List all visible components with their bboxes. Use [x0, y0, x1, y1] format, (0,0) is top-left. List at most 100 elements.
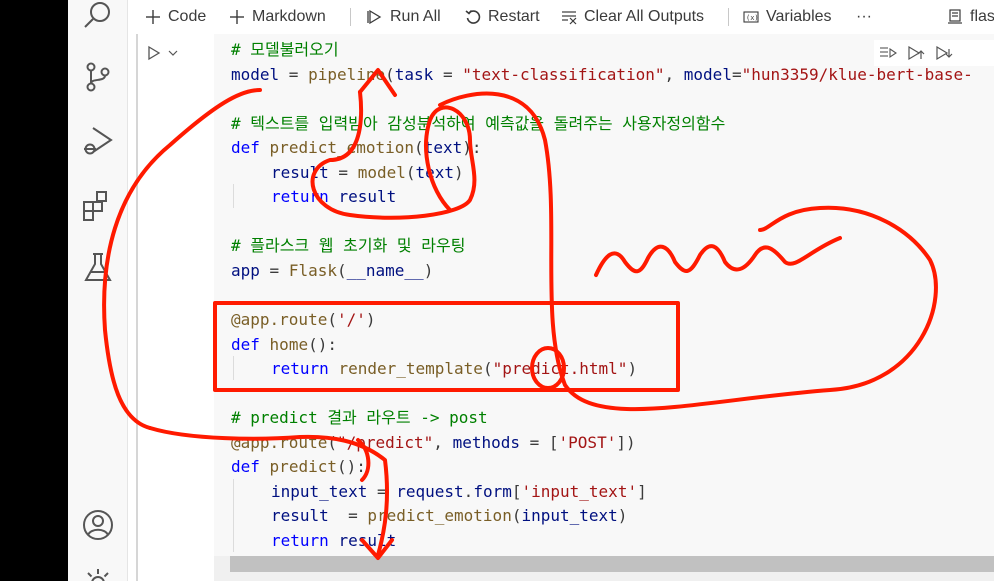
code-line[interactable]: return result: [271, 185, 396, 209]
code-token: ): [365, 310, 376, 330]
code-token: input_text: [271, 481, 368, 501]
code-token: # 모델불러오기: [231, 40, 339, 59]
horizontal-scrollbar[interactable]: [230, 556, 994, 572]
code-token: =: [259, 260, 289, 280]
variables-button[interactable]: (x) Variables: [742, 0, 832, 34]
code-token: model: [683, 64, 732, 84]
chevron-down-icon[interactable]: [167, 47, 179, 59]
variables-label: Variables: [766, 8, 832, 25]
code-token: =: [367, 481, 397, 501]
code-token: def: [231, 138, 260, 158]
code-token: (: [405, 162, 416, 182]
kernel-picker[interactable]: flas: [946, 0, 994, 34]
code-line[interactable]: def predict_emotion(text):: [231, 136, 481, 160]
code-line[interactable]: return result: [271, 529, 396, 553]
code-token: result: [338, 187, 397, 207]
code-line[interactable]: @app.route("/predict", methods = ['POST'…: [231, 431, 636, 455]
more-actions-button[interactable]: ···: [856, 0, 872, 34]
execute-above-icon[interactable]: [874, 45, 902, 61]
code-token: def: [231, 334, 260, 354]
code-token: "/predict": [336, 432, 434, 452]
code-token: @app.route: [231, 310, 328, 330]
code-token: .: [463, 481, 474, 501]
plus-icon: [228, 8, 246, 26]
code-line[interactable]: model = pipeline(task = "text-classifica…: [231, 63, 973, 87]
testing-icon[interactable]: [81, 250, 115, 284]
code-token: # 텍스트를 입력받아 감성분석하여 예측값을 돌려주는 사용자정의함수: [231, 113, 726, 133]
code-token: ():: [336, 457, 366, 477]
code-line[interactable]: # 텍스트를 입력받아 감성분석하여 예측값을 돌려주는 사용자정의함수: [231, 112, 725, 136]
add-markdown-label: Markdown: [252, 8, 326, 25]
account-icon[interactable]: [81, 508, 115, 542]
run-all-label: Run All: [390, 8, 441, 25]
code-token: result: [338, 531, 397, 550]
settings-icon[interactable]: [81, 566, 115, 581]
run-cell-button[interactable]: [147, 42, 179, 64]
clear-all-outputs-label: Clear All Outputs: [584, 8, 705, 25]
activity-bar: [68, 0, 128, 581]
code-token: @app.route: [231, 432, 328, 452]
code-token: 'input_text': [521, 481, 638, 501]
code-line[interactable]: return render_template("predict.html"): [271, 357, 637, 381]
source-control-icon[interactable]: [81, 60, 115, 94]
clear-all-outputs-button[interactable]: Clear All Outputs: [560, 0, 704, 34]
code-token: model: [357, 162, 406, 182]
code-token: (: [327, 432, 337, 452]
extensions-icon[interactable]: [81, 188, 115, 222]
indent-guide: [233, 184, 234, 208]
plus-icon: [144, 8, 162, 26]
code-token: predict_emotion: [269, 138, 415, 158]
code-token: ): [423, 260, 434, 280]
code-token: input_text: [521, 506, 618, 526]
execute-below-cells-icon[interactable]: [930, 45, 958, 61]
code-token: ):: [462, 138, 482, 158]
code-token: pipeline: [308, 64, 386, 84]
code-line[interactable]: input_text = request.form['input_text']: [271, 480, 647, 504]
code-token: __name__: [346, 260, 424, 280]
restart-button[interactable]: Restart: [464, 0, 540, 34]
code-token: ,: [664, 64, 684, 84]
code-token: ): [617, 506, 628, 526]
add-code-button[interactable]: Code: [144, 0, 206, 34]
search-icon[interactable]: [81, 0, 115, 34]
code-line[interactable]: # predict 결과 라우트 -> post: [231, 406, 488, 430]
restart-label: Restart: [488, 8, 540, 25]
code-token: render_template: [338, 359, 483, 379]
run-icon: [148, 45, 161, 61]
code-token: predict_emotion: [367, 506, 512, 526]
code-token: text: [423, 138, 463, 158]
more-actions-label: ···: [856, 8, 872, 25]
code-token: =: [328, 162, 358, 182]
code-line[interactable]: app = Flask(__name__): [231, 259, 433, 283]
code-token: return: [271, 359, 329, 379]
code-line[interactable]: def home():: [231, 333, 337, 357]
run-debug-icon[interactable]: [81, 124, 115, 158]
notebook-window: Code Markdown Run All Restart Clear All …: [0, 0, 994, 581]
svg-text:(x): (x): [746, 14, 759, 22]
toolbar-divider: [728, 8, 729, 26]
code-token: =: [328, 506, 368, 526]
execute-above-cells-icon[interactable]: [902, 45, 930, 61]
code-line[interactable]: result = model(text): [271, 161, 464, 185]
code-token: =: [731, 64, 742, 84]
code-token: ]: [637, 481, 647, 501]
code-token: ():: [308, 334, 337, 354]
run-all-button[interactable]: Run All: [366, 0, 441, 34]
code-line[interactable]: # 플라스크 웹 초기화 및 라우팅: [231, 234, 465, 258]
code-token: predict: [269, 457, 337, 477]
code-token: Flask: [288, 260, 337, 280]
code-line[interactable]: @app.route('/'): [231, 308, 376, 332]
add-markdown-button[interactable]: Markdown: [228, 0, 326, 34]
code-line[interactable]: # 모델불러오기: [231, 38, 339, 62]
code-token: home: [269, 334, 309, 354]
code-token: # 플라스크 웹 초기화 및 라우팅: [231, 236, 466, 256]
code-token: 'POST': [558, 432, 617, 452]
code-token: '/': [336, 310, 366, 330]
code-line[interactable]: result = predict_emotion(input_text): [271, 504, 627, 528]
code-line[interactable]: def predict():: [231, 455, 366, 479]
code-token: ]): [616, 432, 636, 452]
